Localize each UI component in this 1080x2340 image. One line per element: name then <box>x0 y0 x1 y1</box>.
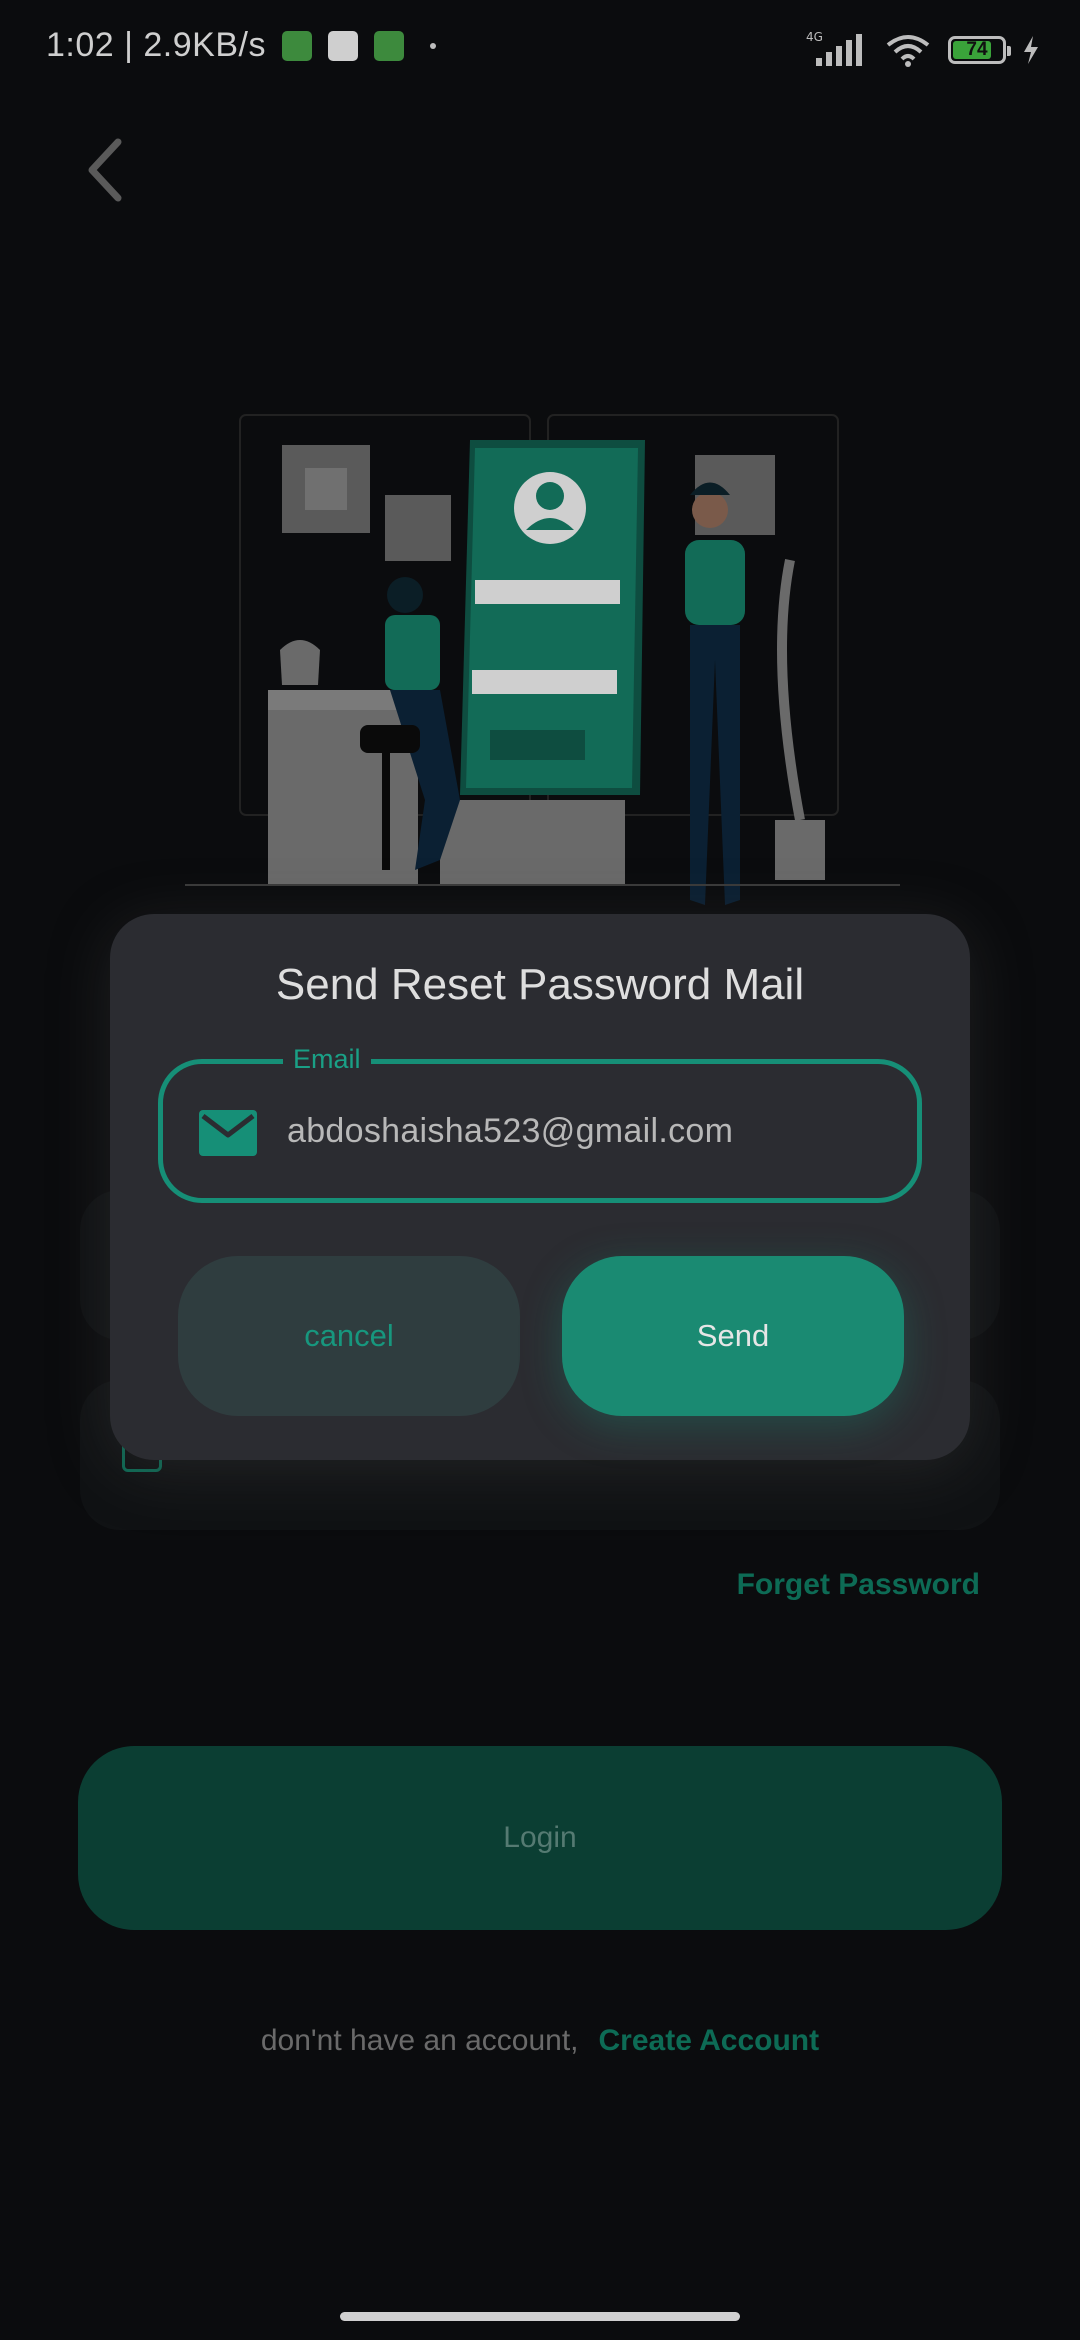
create-account-link[interactable]: Create Account <box>599 2024 820 2058</box>
battery-level: 74 <box>966 39 988 60</box>
mail-icon <box>199 1110 257 1156</box>
more-notifications-icon <box>429 42 436 49</box>
status-time: 1:02 | 2.9KB/s <box>46 26 266 64</box>
charging-icon <box>1024 36 1038 64</box>
home-indicator[interactable] <box>340 2312 740 2321</box>
signal-icon: 4G <box>806 30 862 66</box>
login-illustration <box>185 414 900 905</box>
email-field-label: Email <box>283 1044 371 1075</box>
status-right: 4G 74 <box>802 30 1040 70</box>
reset-password-dialog: Send Reset Password Mail Email abdoshais… <box>110 914 970 1460</box>
send-button[interactable]: Send <box>562 1256 904 1416</box>
cancel-button[interactable]: cancel <box>178 1256 520 1416</box>
dialog-title: Send Reset Password Mail <box>275 960 805 1009</box>
battery-icon: 74 <box>948 36 1011 64</box>
forget-password-link[interactable]: Forget Password <box>737 1568 980 1602</box>
status-bar: 1:02 | 2.9KB/s 4G 74 <box>0 0 1080 100</box>
wifi-icon <box>886 35 930 67</box>
no-account-text: don'nt have an account, <box>260 2024 579 2057</box>
status-left: 1:02 | 2.9KB/s <box>46 26 436 65</box>
back-button[interactable] <box>78 130 138 210</box>
back-arrow-icon <box>88 138 122 202</box>
app-notification-icon <box>281 30 312 61</box>
signup-row: don'nt have an account, Create Account <box>0 2024 1080 2058</box>
play-store-notification-icon <box>327 30 358 61</box>
app-notification-icon <box>373 30 404 61</box>
network-type: 4G <box>806 30 823 44</box>
login-button[interactable]: Login <box>78 1746 1002 1930</box>
email-field[interactable]: Email abdoshaisha523@gmail.com <box>158 1044 922 1203</box>
email-input[interactable]: abdoshaisha523@gmail.com <box>287 1112 733 1151</box>
